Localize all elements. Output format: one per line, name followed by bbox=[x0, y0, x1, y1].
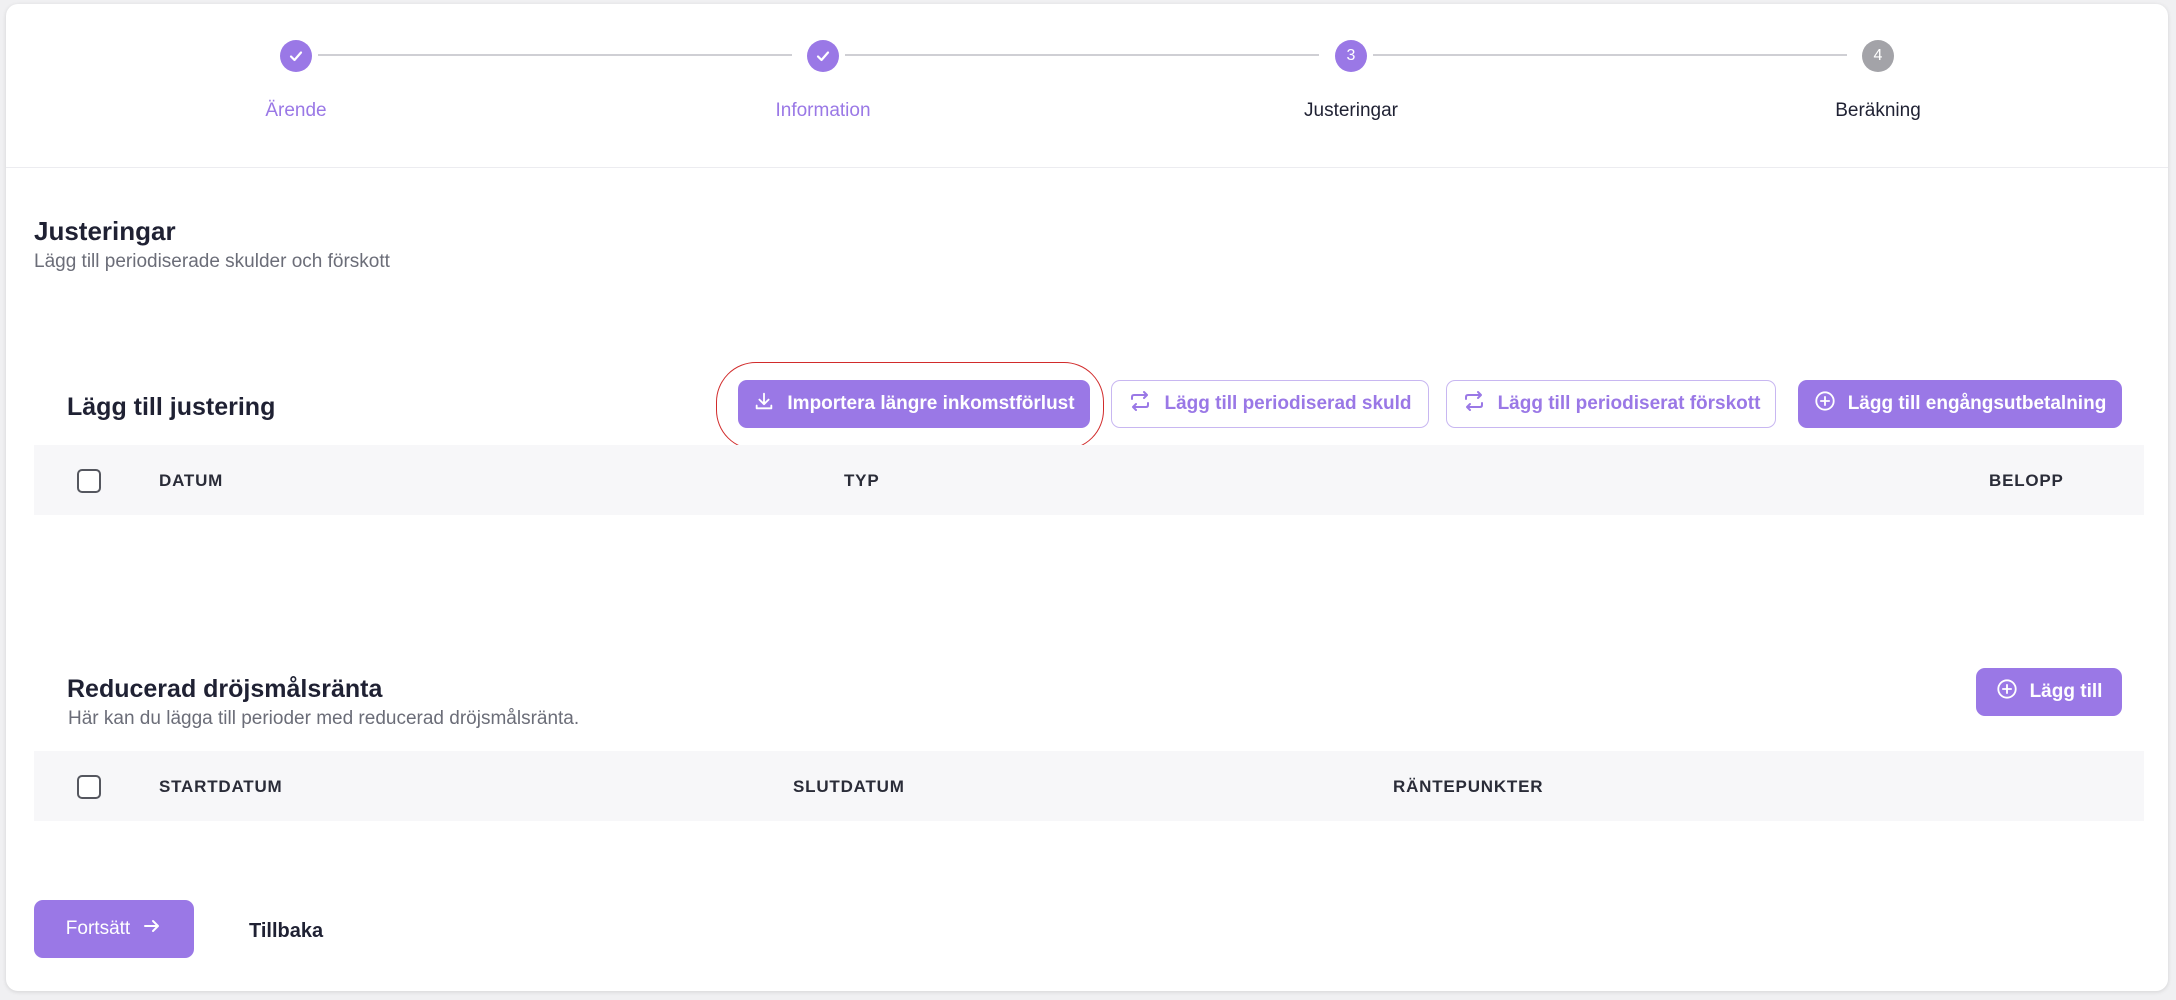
step-2-label[interactable]: Information bbox=[703, 100, 943, 122]
download-icon bbox=[753, 390, 775, 418]
add-one-time-label: Lägg till engångsutbetalning bbox=[1847, 393, 2107, 414]
page-title: Justeringar bbox=[34, 216, 176, 246]
column-header-amount[interactable]: BELOPP bbox=[1989, 471, 2064, 491]
step-1-label[interactable]: Ärende bbox=[176, 100, 416, 122]
step-connector bbox=[1373, 54, 1847, 56]
add-label: Lägg till bbox=[2029, 681, 2103, 702]
reduced-interest-subtitle: Här kan du lägga till perioder med reduc… bbox=[68, 708, 580, 729]
add-accrued-advance-button[interactable]: Lägg till periodiserat förskott bbox=[1446, 380, 1776, 428]
step-3-number: 3 bbox=[1335, 40, 1367, 72]
step-4-label: Beräkning bbox=[1835, 100, 1921, 121]
arrow-right-icon bbox=[142, 916, 162, 942]
column-header-date[interactable]: DATUM bbox=[159, 471, 223, 491]
step-3-label: Justeringar bbox=[1304, 100, 1398, 121]
add-reduced-interest-button[interactable]: Lägg till bbox=[1976, 668, 2122, 716]
page-subtitle: Lägg till periodiserade skulder och förs… bbox=[34, 251, 390, 272]
column-header-interest-points[interactable]: RÄNTEPUNKTER bbox=[1393, 777, 1543, 797]
continue-label: Fortsätt bbox=[65, 918, 131, 939]
step-connector bbox=[845, 54, 1319, 56]
step-2-check-icon[interactable] bbox=[807, 40, 839, 72]
column-header-start-date[interactable]: STARTDATUM bbox=[159, 777, 283, 797]
select-all-checkbox[interactable] bbox=[77, 469, 101, 493]
add-one-time-payment-button[interactable]: Lägg till engångsutbetalning bbox=[1798, 380, 2122, 428]
reduced-interest-table-header: STARTDATUM SLUTDATUM RÄNTEPUNKTER bbox=[34, 751, 2144, 821]
add-debt-label: Lägg till periodiserad skuld bbox=[1164, 393, 1412, 414]
add-accrued-debt-button[interactable]: Lägg till periodiserad skuld bbox=[1111, 380, 1429, 428]
wizard-card: Ärende Information 3 Justeringar 4 Beräk… bbox=[6, 4, 2168, 991]
back-button[interactable]: Tillbaka bbox=[249, 920, 323, 943]
reduced-interest-title: Reducerad dröjsmålsränta bbox=[67, 675, 383, 703]
step-connector bbox=[318, 54, 792, 56]
column-header-type[interactable]: TYP bbox=[844, 471, 879, 491]
continue-button[interactable]: Fortsätt bbox=[34, 900, 194, 958]
plus-circle-icon bbox=[1996, 678, 2018, 706]
select-all-checkbox[interactable] bbox=[77, 775, 101, 799]
plus-circle-icon bbox=[1814, 390, 1836, 418]
step-4-number: 4 bbox=[1862, 40, 1894, 72]
adjustments-table-header: DATUM TYP BELOPP bbox=[34, 445, 2144, 515]
repeat-icon bbox=[1462, 390, 1486, 418]
import-button-label: Importera längre inkomstförlust bbox=[787, 393, 1075, 414]
add-advance-label: Lägg till periodiserat förskott bbox=[1497, 393, 1761, 414]
step-1-check-icon[interactable] bbox=[280, 40, 312, 72]
import-income-loss-button[interactable]: Importera längre inkomstförlust bbox=[738, 380, 1090, 428]
repeat-icon bbox=[1128, 390, 1152, 418]
stepper: Ärende Information 3 Justeringar 4 Beräk… bbox=[6, 4, 2168, 168]
column-header-end-date[interactable]: SLUTDATUM bbox=[793, 777, 905, 797]
adjustments-title: Lägg till justering bbox=[67, 393, 276, 421]
